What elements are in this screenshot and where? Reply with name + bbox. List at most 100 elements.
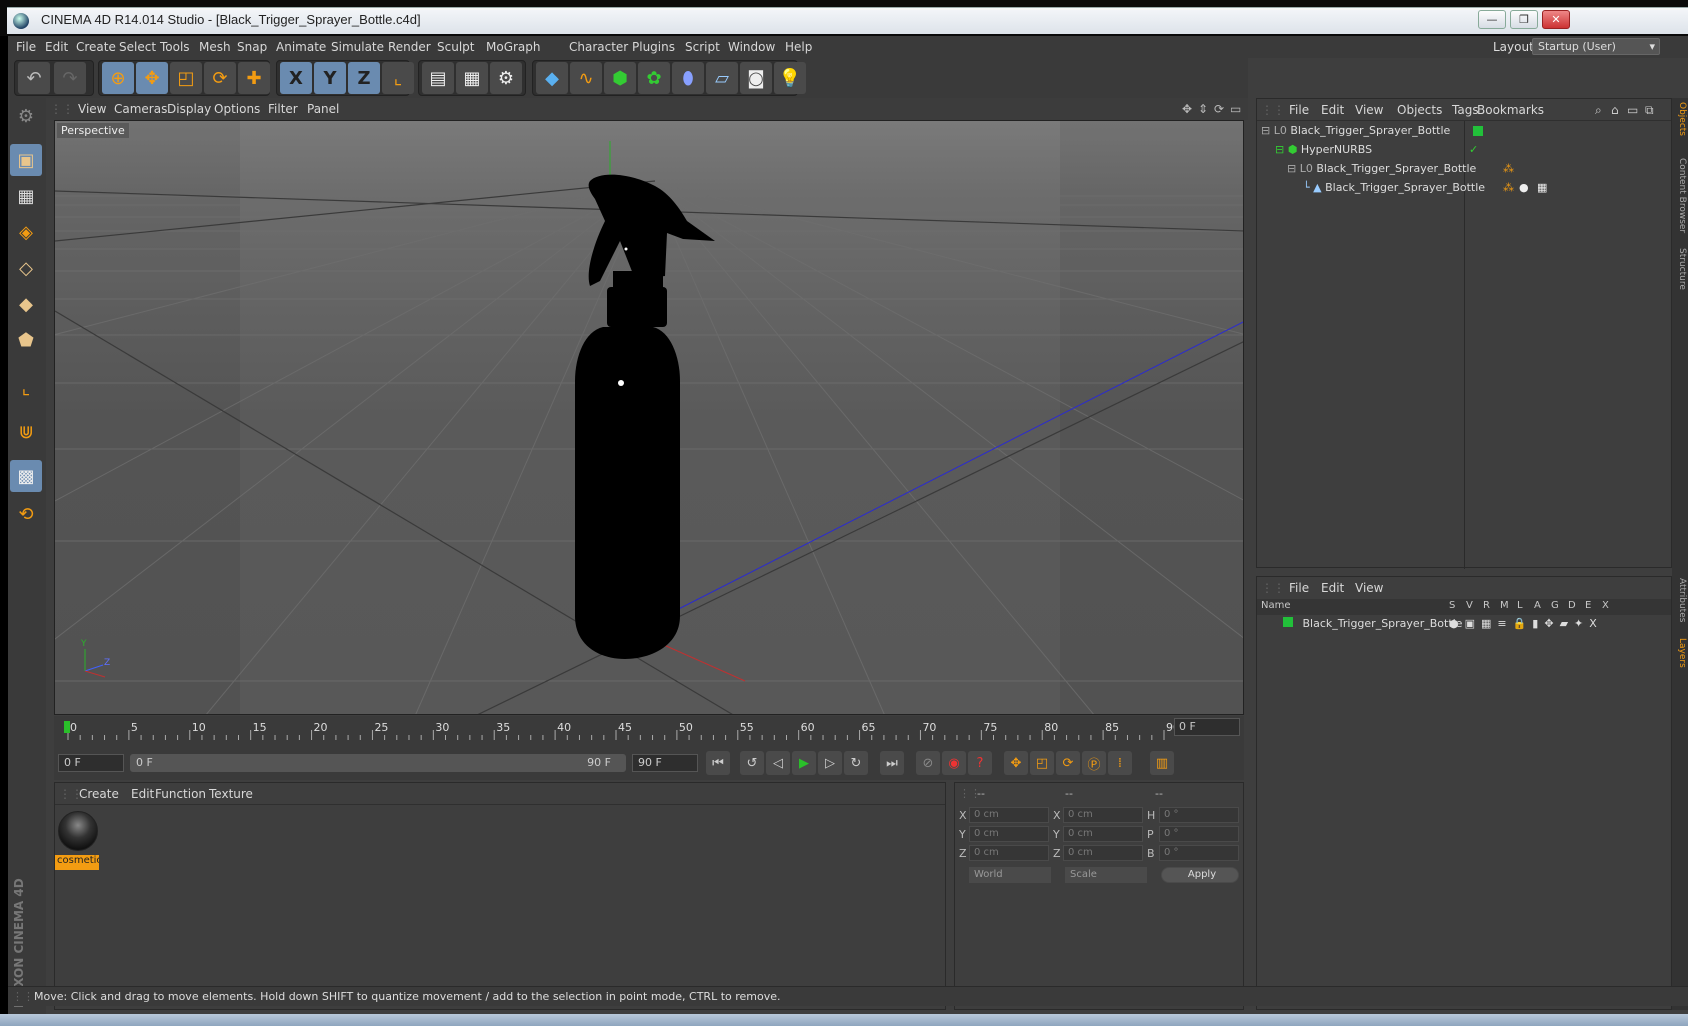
world-select[interactable]: World xyxy=(969,867,1051,883)
workplane-lock-icon[interactable]: ▩ xyxy=(10,460,42,492)
column-deformers[interactable]: D xyxy=(1568,600,1576,611)
viewport-menu-cameras[interactable]: Cameras xyxy=(114,102,167,116)
render-view-icon[interactable]: ▤ xyxy=(422,62,454,94)
make-editable-icon[interactable]: ⚙ xyxy=(10,100,42,132)
menu-character[interactable]: Character xyxy=(569,40,628,54)
object-menu-bookmarks[interactable]: Bookmarks xyxy=(1477,103,1544,117)
menu-plugins[interactable]: Plugins xyxy=(632,40,675,54)
check-icon[interactable]: ✓ xyxy=(1469,143,1478,156)
workplane-mode-icon[interactable]: ◈ xyxy=(10,216,42,248)
size-y-field[interactable]: 0 cm xyxy=(1063,826,1143,842)
timeline-ruler[interactable]: 0 5 10 15 20 25 30 35 40 45 50 55 60 65 70 75 80 85 90 0 F xyxy=(54,716,1244,746)
keyframe-selection-icon[interactable]: ? xyxy=(968,751,992,775)
viewport-menu-filter[interactable]: Filter xyxy=(268,102,298,116)
tab-attributes[interactable]: Attributes xyxy=(1673,578,1687,622)
object-row[interactable]: ⊟ L0 Black_Trigger_Sprayer_Bottle xyxy=(1261,124,1483,142)
frame-range-slider[interactable]: 0 F 90 F xyxy=(130,754,626,772)
object-menu-tags[interactable]: Tags xyxy=(1452,103,1479,117)
material-menu-texture[interactable]: Texture xyxy=(209,787,253,801)
magnet-icon[interactable]: ⋓ xyxy=(10,416,42,448)
scale-select[interactable]: Scale xyxy=(1065,867,1147,883)
autokey-icon[interactable]: ◉ xyxy=(942,751,966,775)
column-view[interactable]: V xyxy=(1466,600,1473,611)
object-menu-edit[interactable]: Edit xyxy=(1321,103,1344,117)
menu-tools[interactable]: Tools xyxy=(160,40,190,54)
key-parameter-icon[interactable]: Ⓟ xyxy=(1082,751,1106,775)
object-row[interactable]: └ ▲ Black_Trigger_Sprayer_Bottle ⁂ ● ▦ xyxy=(1303,181,1547,199)
add-icon[interactable]: ✚ xyxy=(238,62,270,94)
previous-key-icon[interactable]: ↺ xyxy=(740,751,764,775)
material-menu-edit[interactable]: Edit xyxy=(131,787,154,801)
dolly-icon[interactable]: ⇕ xyxy=(1198,102,1208,116)
key-point-level-icon[interactable]: ⁞ xyxy=(1108,751,1132,775)
minimize-button[interactable]: — xyxy=(1478,10,1506,29)
menu-file[interactable]: File xyxy=(16,40,36,54)
column-expressions[interactable]: E xyxy=(1585,600,1591,611)
column-xref[interactable]: X xyxy=(1602,600,1609,611)
rotation-b-field[interactable]: 0 ° xyxy=(1159,845,1239,861)
next-key-icon[interactable]: ↻ xyxy=(844,751,868,775)
layer-menu-file[interactable]: File xyxy=(1289,581,1309,595)
axis-mode-icon[interactable]: ⌞ xyxy=(10,372,42,404)
world-coord-icon[interactable]: ⌞ xyxy=(382,62,414,94)
record-keys-icon[interactable]: ⊘ xyxy=(916,751,940,775)
edges-mode-icon[interactable]: ◆ xyxy=(10,288,42,320)
floor-icon[interactable]: ▱ xyxy=(706,62,738,94)
position-x-field[interactable]: 0 cm xyxy=(969,807,1049,823)
material-menu-function[interactable]: Function xyxy=(155,787,206,801)
maximize-button[interactable]: ❐ xyxy=(1510,10,1538,29)
close-button[interactable]: ✕ xyxy=(1542,10,1570,29)
apply-button[interactable]: Apply xyxy=(1161,867,1239,883)
column-generators[interactable]: G xyxy=(1551,600,1559,611)
pan-icon[interactable]: ✥ xyxy=(1182,102,1192,116)
position-y-field[interactable]: 0 cm xyxy=(969,826,1049,842)
x-axis-icon[interactable]: X xyxy=(280,62,312,94)
column-manager[interactable]: M xyxy=(1500,600,1509,611)
go-to-end-icon[interactable]: ⏭ xyxy=(880,751,904,775)
undo-icon[interactable]: ↶ xyxy=(18,62,50,94)
next-frame-icon[interactable]: ▷ xyxy=(818,751,842,775)
light-icon[interactable]: 💡 xyxy=(774,62,806,94)
menu-animate[interactable]: Animate xyxy=(276,40,326,54)
menu-select[interactable]: Select xyxy=(119,40,156,54)
camera-icon[interactable]: ◙ xyxy=(740,62,772,94)
new-window-icon[interactable]: ⧉ xyxy=(1645,103,1654,118)
material-menu-create[interactable]: Create xyxy=(79,787,119,801)
layout-select[interactable]: Startup (User) ▾ xyxy=(1532,38,1660,55)
texture-mode-icon[interactable]: ▦ xyxy=(10,180,42,212)
viewport-menu-panel[interactable]: Panel xyxy=(307,102,339,116)
cloner-icon[interactable]: ✿ xyxy=(638,62,670,94)
redo-icon[interactable]: ↷ xyxy=(54,62,86,94)
model-mode-icon[interactable]: ▣ xyxy=(10,144,42,176)
viewport-menu-options[interactable]: Options xyxy=(214,102,260,116)
rotate-icon[interactable]: ⟳ xyxy=(204,62,236,94)
column-solo[interactable]: S xyxy=(1449,600,1455,611)
object-menu-file[interactable]: File xyxy=(1289,103,1309,117)
menu-edit[interactable]: Edit xyxy=(45,40,68,54)
material-tag-icon[interactable]: ● xyxy=(1519,181,1529,194)
column-render[interactable]: R xyxy=(1483,600,1490,611)
key-rotation-icon[interactable]: ⟳ xyxy=(1056,751,1080,775)
play-icon[interactable]: ▶ xyxy=(792,751,816,775)
polygons-mode-icon[interactable]: ⬟ xyxy=(10,324,42,356)
tab-content-browser[interactable]: Content Browser xyxy=(1673,158,1687,233)
subdivision-icon[interactable]: ⬢ xyxy=(604,62,636,94)
live-select-icon[interactable]: ⊕ xyxy=(102,62,134,94)
end-frame-field[interactable]: 90 F xyxy=(632,754,698,772)
snap-icon[interactable]: ⟲ xyxy=(10,498,42,530)
menu-create[interactable]: Create xyxy=(76,40,116,54)
object-menu-view[interactable]: View xyxy=(1355,103,1383,117)
size-z-field[interactable]: 0 cm xyxy=(1063,845,1143,861)
size-x-field[interactable]: 0 cm xyxy=(1063,807,1143,823)
tab-layers[interactable]: Layers xyxy=(1673,638,1687,668)
layer-menu-edit[interactable]: Edit xyxy=(1321,581,1344,595)
scale-icon[interactable]: ◰ xyxy=(170,62,202,94)
deformer-icon[interactable]: ⬮ xyxy=(672,62,704,94)
column-locked[interactable]: L xyxy=(1517,600,1523,611)
menu-mograph[interactable]: MoGraph xyxy=(486,40,541,54)
rotation-p-field[interactable]: 0 ° xyxy=(1159,826,1239,842)
layer-flag-icons[interactable]: ●▣▦≡🔒▮✥▰✦X xyxy=(1449,617,1603,630)
start-frame-field[interactable]: 0 F xyxy=(58,754,124,772)
layer-menu-view[interactable]: View xyxy=(1355,581,1383,595)
key-scale-icon[interactable]: ◰ xyxy=(1030,751,1054,775)
